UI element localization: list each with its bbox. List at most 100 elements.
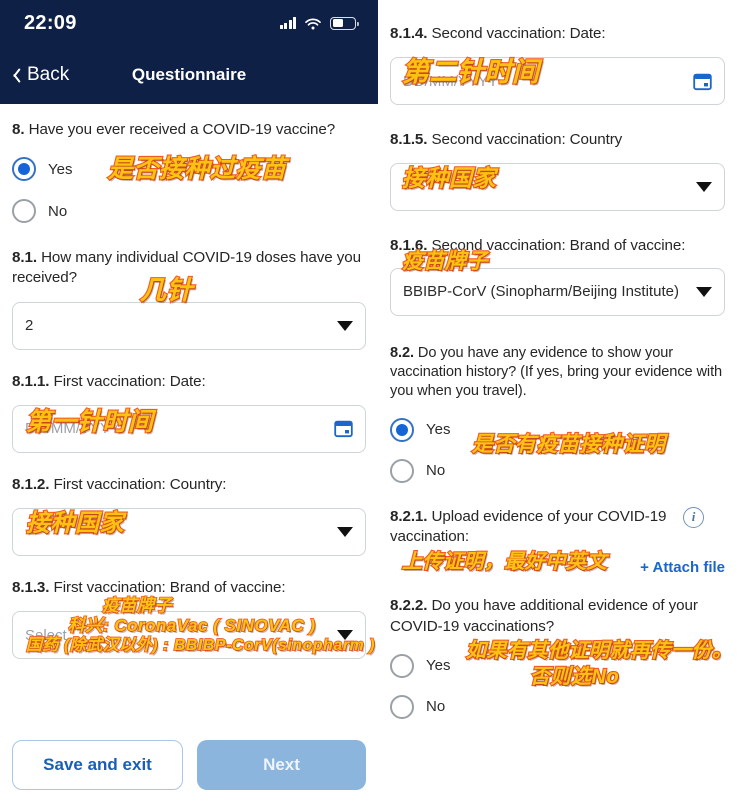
wifi-icon bbox=[305, 17, 321, 30]
radio-no[interactable] bbox=[12, 199, 36, 224]
radio-yes[interactable] bbox=[390, 653, 414, 678]
radio-yes-label: Yes bbox=[48, 160, 73, 178]
radio-yes-selected[interactable] bbox=[12, 157, 36, 182]
attach-row: + Attach file bbox=[390, 559, 725, 576]
question-8-2-number: 8.2. bbox=[390, 344, 414, 361]
next-button[interactable]: Next bbox=[197, 740, 366, 790]
left-column: 22:09 Back Questionnaire 8. Have you eve… bbox=[0, 0, 378, 802]
chevron-down-icon[interactable] bbox=[337, 527, 353, 538]
battery-icon bbox=[330, 16, 359, 30]
first-vaccination-brand-select[interactable]: Select bbox=[12, 611, 366, 660]
first-vaccination-brand-placeholder: Select bbox=[25, 626, 67, 644]
question-8-1-text: 8.1. How many individual COVID-19 doses … bbox=[12, 248, 366, 288]
question-8-1-1-number: 8.1.1. bbox=[12, 372, 50, 390]
question-8-1-3-label: First vaccination: Brand of vaccine: bbox=[53, 579, 286, 597]
doses-select[interactable]: 2 bbox=[12, 301, 366, 350]
question-8-option-yes[interactable]: Yes bbox=[12, 157, 366, 182]
first-vaccination-country-select[interactable] bbox=[12, 508, 366, 557]
question-8-2-label: Do you have any evidence to show your va… bbox=[390, 344, 723, 400]
radio-no-label: No bbox=[426, 698, 446, 716]
calendar-icon[interactable] bbox=[693, 72, 712, 91]
question-8-2-2-number: 8.2.2. bbox=[390, 597, 428, 615]
phone-header: 22:09 Back Questionnaire bbox=[0, 0, 378, 104]
radio-no[interactable] bbox=[390, 694, 414, 719]
question-8-1-3-number: 8.1.3. bbox=[12, 579, 50, 597]
question-8-1-5-text: 8.1.5. Second vaccination: Country bbox=[390, 130, 725, 150]
calendar-icon[interactable] bbox=[334, 419, 353, 438]
second-vaccination-country-select[interactable] bbox=[390, 163, 725, 212]
question-8-1-2-text: 8.1.2. First vaccination: Country: bbox=[12, 475, 366, 495]
questionnaire-screenshot: 22:09 Back Questionnaire 8. Have you eve… bbox=[0, 0, 737, 802]
question-8-text: 8. Have you ever received a COVID-19 vac… bbox=[12, 120, 366, 140]
question-8-1-2-number: 8.1.2. bbox=[12, 475, 50, 493]
question-8-2-option-yes[interactable]: Yes bbox=[390, 417, 725, 442]
doses-select-value: 2 bbox=[25, 317, 34, 335]
status-bar: 22:09 bbox=[0, 0, 378, 46]
back-button-label: Back bbox=[27, 64, 70, 85]
question-8-1-5-number: 8.1.5. bbox=[390, 131, 428, 149]
chevron-down-icon[interactable] bbox=[337, 630, 353, 641]
bottom-button-bar: Save and exit Next bbox=[0, 732, 378, 802]
radio-yes-selected[interactable] bbox=[390, 417, 414, 442]
question-8-1-1: 8.1.1. First vaccination: Date: DD/MM/YY… bbox=[12, 372, 366, 453]
save-and-exit-button[interactable]: Save and exit bbox=[12, 740, 183, 790]
chevron-down-icon[interactable] bbox=[337, 320, 353, 331]
second-vaccination-brand-value: BBIBP-CorV (Sinopharm/Beijing Institute) bbox=[403, 283, 679, 301]
question-8-number: 8. bbox=[12, 121, 25, 138]
question-8-2-2-label: Do you have additional evidence of your … bbox=[390, 597, 698, 635]
question-8-option-no[interactable]: No bbox=[12, 199, 366, 224]
question-8-1-6-number: 8.1.6. bbox=[390, 237, 428, 255]
question-8-label: Have you ever received a COVID-19 vaccin… bbox=[28, 121, 336, 138]
radio-no[interactable] bbox=[390, 458, 414, 483]
left-form-body: 8. Have you ever received a COVID-19 vac… bbox=[0, 120, 378, 660]
question-8-2-option-no[interactable]: No bbox=[390, 458, 725, 483]
question-8-1-2-label: First vaccination: Country: bbox=[53, 475, 227, 493]
first-vaccination-date-placeholder: DD/MM/YYYY bbox=[25, 420, 121, 438]
question-8-2: 8.2. Do you have any evidence to show yo… bbox=[390, 344, 725, 483]
nav-bar: Back Questionnaire bbox=[0, 46, 378, 104]
question-8-2-1-label: Upload evidence of your COVID-19 vaccina… bbox=[390, 507, 667, 546]
question-8-2-2: 8.2.2. Do you have additional evidence o… bbox=[390, 596, 733, 719]
chevron-down-icon[interactable] bbox=[696, 286, 712, 297]
chevron-left-icon bbox=[10, 66, 21, 84]
question-8-2-1: 8.2.1. Upload evidence of your COVID-19 … bbox=[390, 506, 725, 576]
question-8-1-4-number: 8.1.4. bbox=[390, 25, 428, 42]
radio-no-label: No bbox=[48, 202, 68, 220]
second-vaccination-date-input[interactable]: DD/MM/YYYY bbox=[390, 57, 725, 106]
question-8-1: 8.1. How many individual COVID-19 doses … bbox=[12, 248, 366, 350]
attach-file-button[interactable]: + Attach file bbox=[640, 559, 725, 576]
back-button[interactable]: Back bbox=[0, 64, 69, 86]
question-8-1-5-label: Second vaccination: Country bbox=[431, 131, 623, 149]
question-8-2-text: 8.2. Do you have any evidence to show yo… bbox=[390, 344, 725, 402]
question-8-1-label: How many individual COVID-19 doses have … bbox=[12, 249, 361, 287]
question-8-2-1-text: 8.2.1. Upload evidence of your COVID-19 … bbox=[390, 507, 675, 547]
question-8-2-2-option-no[interactable]: No bbox=[390, 694, 725, 719]
question-8-2-2-text: 8.2.2. Do you have additional evidence o… bbox=[390, 596, 725, 636]
question-8: 8. Have you ever received a COVID-19 vac… bbox=[12, 120, 366, 224]
question-8-1-5: 8.1.5. Second vaccination: Country 接种国家 bbox=[390, 130, 725, 212]
question-8-2-1-number: 8.2.1. bbox=[390, 507, 428, 525]
question-8-2-2-option-yes[interactable]: Yes bbox=[390, 653, 725, 678]
question-8-1-4: 8.1.4. Second vaccination: Date: DD/MM/Y… bbox=[390, 24, 725, 106]
status-icons bbox=[279, 16, 359, 30]
first-vaccination-date-input[interactable]: DD/MM/YYYY bbox=[12, 404, 366, 453]
radio-yes-label: Yes bbox=[426, 657, 451, 675]
question-8-1-6: 8.1.6. Second vaccination: Brand of vacc… bbox=[390, 236, 725, 316]
chevron-down-icon[interactable] bbox=[696, 182, 712, 193]
radio-no-label: No bbox=[426, 462, 446, 480]
second-vaccination-date-placeholder: DD/MM/YYYY bbox=[403, 72, 499, 90]
question-8-1-3-text: 8.1.3. First vaccination: Brand of vacci… bbox=[12, 578, 366, 598]
question-8-1-6-text: 8.1.6. Second vaccination: Brand of vacc… bbox=[390, 236, 725, 256]
status-time: 22:09 bbox=[24, 11, 77, 34]
question-8-1-4-label: Second vaccination: Date: bbox=[431, 25, 606, 42]
question-8-1-number: 8.1. bbox=[12, 249, 37, 267]
question-8-1-3: 8.1.3. First vaccination: Brand of vacci… bbox=[12, 578, 375, 660]
info-icon[interactable]: i bbox=[683, 506, 704, 528]
question-8-1-1-text: 8.1.1. First vaccination: Date: bbox=[12, 372, 366, 392]
right-form-body: 8.1.4. Second vaccination: Date: DD/MM/Y… bbox=[378, 24, 737, 719]
question-8-1-1-label: First vaccination: Date: bbox=[53, 372, 206, 390]
question-8-1-2: 8.1.2. First vaccination: Country: 接种国家 bbox=[12, 475, 366, 557]
right-column: 8.1.4. Second vaccination: Date: DD/MM/Y… bbox=[378, 0, 737, 802]
second-vaccination-brand-select[interactable]: BBIBP-CorV (Sinopharm/Beijing Institute) bbox=[390, 267, 725, 316]
question-8-1-4-text: 8.1.4. Second vaccination: Date: bbox=[390, 24, 725, 44]
